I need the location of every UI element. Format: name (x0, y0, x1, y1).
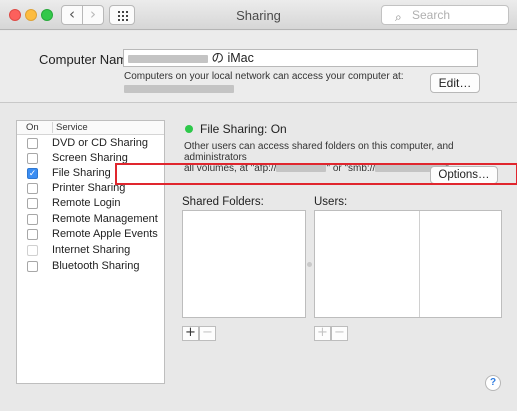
service-checkbox-checked[interactable]: ✓ (27, 168, 38, 179)
remove-shared-folder-button[interactable]: − (199, 326, 216, 341)
services-list: On Service DVD or CD Sharing Screen Shar… (16, 120, 165, 384)
search-placeholder: Search (412, 8, 451, 22)
service-label: Internet Sharing (52, 244, 131, 256)
column-header-service: Service (52, 122, 88, 133)
users-label: Users: (314, 196, 348, 208)
service-checkbox[interactable] (27, 245, 38, 256)
service-row-remote-apple-events[interactable]: Remote Apple Events (17, 227, 164, 242)
service-checkbox[interactable] (27, 229, 38, 240)
service-label: Bluetooth Sharing (52, 260, 140, 272)
search-icon: ⌕ (395, 10, 402, 24)
service-label: Remote Login (52, 197, 121, 209)
redacted-name (128, 54, 208, 63)
highlight-annotation (115, 163, 517, 185)
column-header-on: On (26, 122, 39, 133)
service-checkbox[interactable] (27, 214, 38, 225)
local-address (124, 83, 234, 95)
service-label: Remote Management (52, 213, 158, 225)
add-shared-folder-button[interactable]: + (182, 326, 199, 341)
description-line-1: Other users can access shared folders on… (184, 141, 454, 163)
redacted-address (124, 85, 234, 94)
service-label: File Sharing (52, 167, 111, 179)
file-sharing-status: File Sharing: On (200, 122, 287, 136)
service-checkbox[interactable] (27, 138, 38, 149)
service-checkbox[interactable] (27, 153, 38, 164)
computer-name-section: Computer Name: の iMac Computers on your … (0, 31, 517, 103)
status-indicator-icon (185, 125, 193, 133)
service-row-dvd-sharing[interactable]: DVD or CD Sharing (17, 136, 164, 151)
service-row-internet-sharing[interactable]: Internet Sharing (17, 243, 164, 258)
remove-user-button[interactable]: − (331, 326, 348, 341)
users-column-divider (419, 211, 420, 317)
computer-network-note: Computers on your local network can acce… (124, 71, 404, 82)
service-checkbox[interactable] (27, 198, 38, 209)
shared-folders-list[interactable] (182, 210, 306, 318)
service-label: DVD or CD Sharing (52, 137, 148, 149)
computer-name-suffix: の iMac (211, 51, 254, 65)
service-row-remote-login[interactable]: Remote Login (17, 196, 164, 211)
search-input[interactable]: ⌕ Search (381, 5, 509, 25)
help-button[interactable]: ? (485, 375, 501, 391)
service-row-remote-management[interactable]: Remote Management (17, 212, 164, 227)
title-bar: ‹ › Sharing ⌕ Search (0, 0, 517, 30)
service-label: Remote Apple Events (52, 228, 158, 240)
add-user-button[interactable]: + (314, 326, 331, 341)
services-list-header: On Service (17, 121, 164, 135)
service-checkbox[interactable] (27, 183, 38, 194)
split-handle[interactable] (307, 262, 312, 267)
service-checkbox[interactable] (27, 261, 38, 272)
service-row-bluetooth-sharing[interactable]: Bluetooth Sharing (17, 259, 164, 274)
shared-folders-label: Shared Folders: (182, 196, 264, 208)
users-list[interactable] (314, 210, 502, 318)
computer-name-field[interactable]: の iMac (123, 49, 478, 67)
edit-button[interactable]: Edit… (430, 73, 480, 93)
